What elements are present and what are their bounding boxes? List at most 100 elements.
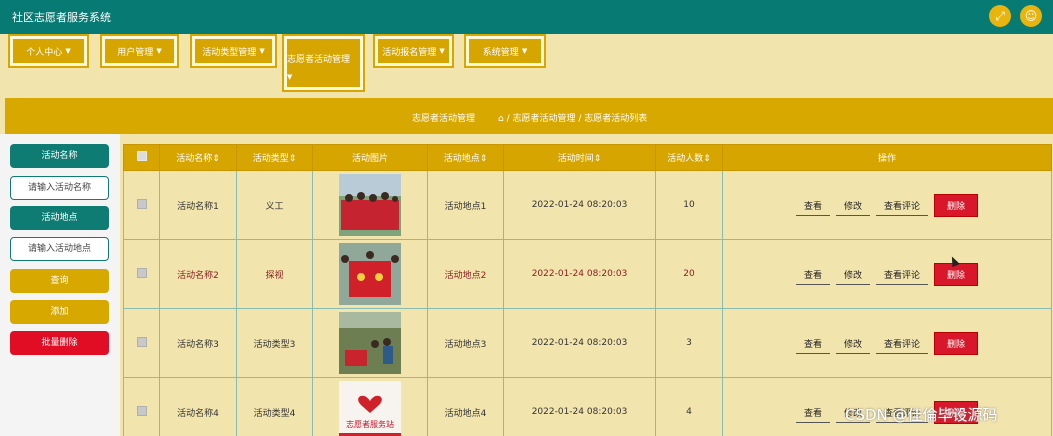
view-comments-button[interactable]: 查看评论 (876, 333, 929, 354)
menu-item-personal-center[interactable]: 个人中心 ▼ (8, 34, 89, 68)
breadcrumb: 志愿者活动管理 ⌂ / 志愿者活动管理 / 志愿者活动列表 (5, 98, 1053, 134)
table-row: 活动名称1 义工 活动地点1 2022-01-24 08:20:03 10 查看… (123, 170, 1052, 240)
cell-activity-image: 志愿者服务站 (312, 377, 428, 436)
caret-down-icon: ▼ (156, 47, 162, 55)
cell-activity-image (312, 170, 428, 240)
cell-activity-type: 探视 (236, 239, 313, 309)
header-activity-count[interactable]: 活动人数⇕ (655, 144, 723, 171)
watermark: CSDN @佳倫毕设源码 (845, 406, 998, 424)
menu-item-system[interactable]: 系统管理 ▼ (464, 34, 546, 68)
activity-photo[interactable] (339, 243, 401, 305)
app-title: 社区志愿者服务系统 (12, 11, 111, 24)
sort-icon[interactable]: ⇕ (480, 154, 488, 164)
caret-down-icon: ▼ (65, 47, 71, 55)
activity-name-input[interactable] (10, 176, 109, 200)
delete-button[interactable]: 删除 (934, 262, 979, 286)
cell-activity-time: 2022-01-24 08:20:03 (503, 308, 656, 378)
cell-activity-place: 活动地点3 (427, 308, 504, 378)
row-checkbox[interactable] (136, 405, 147, 416)
menu-item-registration[interactable]: 活动报名管理 ▼ (373, 34, 454, 68)
activity-name-label: 活动名称 (10, 144, 109, 168)
top-bar: 社区志愿者服务系统 ⤢ ☺ (0, 0, 1053, 34)
caret-down-icon: ▼ (521, 47, 528, 55)
header-actions: 操作 (722, 144, 1052, 171)
header-activity-name[interactable]: 活动名称⇕ (159, 144, 237, 171)
view-comments-button[interactable]: 查看评论 (876, 195, 929, 216)
select-cell (123, 239, 160, 309)
edit-button[interactable]: 修改 (835, 264, 870, 285)
cell-activity-name: 活动名称3 (159, 308, 237, 378)
menu-item-user-management[interactable]: 用户管理 ▼ (100, 34, 179, 68)
row-checkbox[interactable] (136, 267, 147, 278)
user-icon[interactable]: ☺ (1020, 5, 1042, 27)
activity-photo[interactable] (339, 312, 401, 374)
cell-activity-name: 活动名称1 (159, 170, 237, 240)
cell-actions: 查看 修改 查看评论 删除 (722, 170, 1052, 240)
header-activity-time[interactable]: 活动时间⇕ (503, 144, 656, 171)
cell-activity-count: 10 (655, 170, 723, 240)
cell-actions: 查看 修改 查看评论 删除 (722, 239, 1052, 309)
fullscreen-icon[interactable]: ⤢ (989, 5, 1011, 27)
edit-button[interactable]: 修改 (835, 333, 870, 354)
home-icon[interactable]: ⌂ (498, 114, 504, 124)
select-all-checkbox[interactable] (136, 151, 147, 161)
main-menu: 个人中心 ▼ 用户管理 ▼ 活动类型管理 ▼ 志愿者活动管理 ▼ 活动报名管理 ▼ 系统管… (0, 34, 1053, 96)
menu-item-volunteer-activity[interactable]: 志愿者活动管理 ▼ (282, 34, 365, 92)
cell-activity-count: 3 (655, 308, 723, 378)
header-activity-place[interactable]: 活动地点⇕ (427, 144, 504, 171)
sort-icon[interactable]: ⇕ (703, 154, 711, 164)
cell-activity-count: 20 (655, 239, 723, 309)
cell-activity-time: 2022-01-24 08:20:03 (503, 239, 656, 309)
breadcrumb-path: ⌂ / 志愿者活动管理 / 志愿者活动列表 (498, 114, 648, 124)
delete-button[interactable]: 删除 (934, 193, 979, 217)
activity-place-input[interactable] (10, 237, 109, 261)
query-button[interactable]: 查询 (10, 269, 109, 293)
activity-photo[interactable] (339, 174, 401, 236)
cell-activity-image (312, 308, 428, 378)
row-checkbox[interactable] (136, 336, 147, 347)
view-button[interactable]: 查看 (795, 402, 830, 423)
activity-photo[interactable]: 志愿者服务站 (339, 381, 401, 436)
table-header-row: 活动名称⇕ 活动类型⇕ 活动图片 活动地点⇕ 活动时间⇕ 活动人数⇕ 操作 (123, 144, 1052, 171)
cell-activity-type: 义工 (236, 170, 313, 240)
header-activity-type[interactable]: 活动类型⇕ (236, 144, 313, 171)
menu-item-activity-type[interactable]: 活动类型管理 ▼ (190, 34, 277, 68)
cell-activity-type: 活动类型4 (236, 377, 313, 436)
table-row: 活动名称3 活动类型3 活动地点3 2022-01-24 08:20:03 3 … (123, 308, 1052, 378)
view-button[interactable]: 查看 (795, 264, 830, 285)
sort-icon[interactable]: ⇕ (212, 154, 220, 164)
cell-activity-name: 活动名称4 (159, 377, 237, 436)
activity-place-label: 活动地点 (10, 206, 109, 230)
activity-table: 活动名称⇕ 活动类型⇕ 活动图片 活动地点⇕ 活动时间⇕ 活动人数⇕ 操作 活动… (123, 144, 1053, 436)
cell-activity-image (312, 239, 428, 309)
search-panel: 活动名称 活动地点 查询 添加 批量删除 (0, 134, 120, 436)
cell-activity-place: 活动地点1 (427, 170, 504, 240)
page-title: 志愿者活动管理 (412, 114, 476, 124)
header-activity-image: 活动图片 (312, 144, 428, 171)
caret-down-icon: ▼ (439, 47, 445, 55)
row-checkbox[interactable] (136, 198, 147, 209)
cell-activity-name: 活动名称2 (159, 239, 237, 309)
cell-activity-count: 4 (655, 377, 723, 436)
table-row: 活动名称2 探视 活动地点2 2022-01-24 08:20:03 20 查看… (123, 239, 1052, 309)
cell-activity-time: 2022-01-24 08:20:03 (503, 377, 656, 436)
caret-down-icon: ▼ (259, 47, 265, 55)
edit-button[interactable]: 修改 (835, 195, 870, 216)
delete-button[interactable]: 删除 (934, 331, 979, 355)
view-button[interactable]: 查看 (795, 195, 830, 216)
select-all-cell (123, 144, 160, 171)
photo-caption: 志愿者服务站 (346, 419, 394, 429)
select-cell (123, 170, 160, 240)
batch-delete-button[interactable]: 批量删除 (10, 331, 109, 355)
select-cell (123, 377, 160, 436)
cell-activity-time: 2022-01-24 08:20:03 (503, 170, 656, 240)
sort-icon[interactable]: ⇕ (594, 154, 602, 164)
cell-actions: 查看 修改 查看评论 删除 (722, 308, 1052, 378)
view-comments-button[interactable]: 查看评论 (876, 264, 929, 285)
view-button[interactable]: 查看 (795, 333, 830, 354)
cell-activity-place: 活动地点4 (427, 377, 504, 436)
sort-icon[interactable]: ⇕ (289, 154, 297, 164)
add-button[interactable]: 添加 (10, 300, 109, 324)
cell-activity-place: 活动地点2 (427, 239, 504, 309)
select-cell (123, 308, 160, 378)
